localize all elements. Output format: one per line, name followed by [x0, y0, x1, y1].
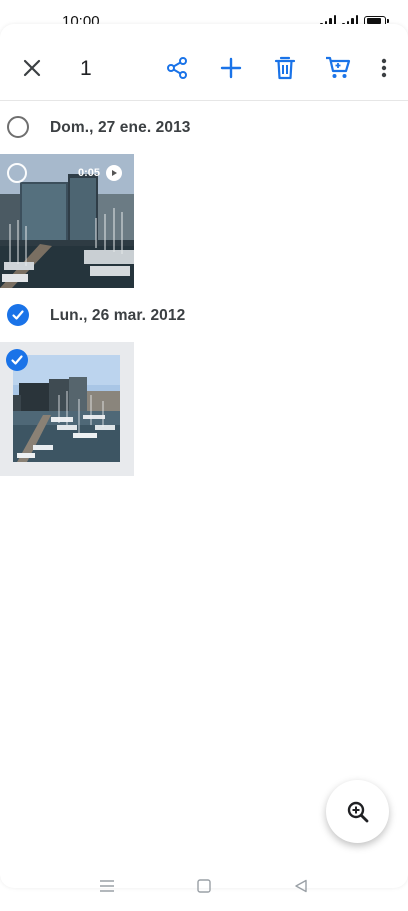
play-icon	[106, 165, 122, 181]
selected-count: 1	[80, 57, 92, 80]
back-nav-button[interactable]	[289, 876, 313, 896]
photo-thumbnail-selected[interactable]	[0, 342, 134, 476]
share-button[interactable]	[157, 48, 197, 88]
more-vert-icon	[381, 58, 387, 78]
cart-icon	[326, 56, 351, 78]
date-group-header[interactable]: Lun., 26 mar. 2012	[0, 300, 408, 330]
share-icon	[167, 57, 187, 79]
group-date-label: Dom., 27 ene. 2013	[50, 119, 191, 136]
zoom-button[interactable]	[326, 780, 389, 843]
video-duration: 0:05	[78, 167, 101, 179]
item-select-radio[interactable]	[7, 163, 27, 183]
cart-button[interactable]	[318, 48, 358, 88]
home-nav-button[interactable]	[192, 876, 216, 896]
close-icon	[23, 59, 41, 77]
back-icon	[295, 879, 307, 893]
add-icon	[220, 57, 242, 79]
close-button[interactable]	[12, 48, 52, 88]
home-icon	[197, 879, 211, 893]
delete-button[interactable]	[265, 48, 305, 88]
menu-icon	[100, 880, 114, 892]
delete-icon	[274, 56, 296, 80]
date-group-header[interactable]: Dom., 27 ene. 2013	[0, 112, 408, 142]
video-thumbnail[interactable]: 0:05	[0, 154, 134, 288]
group-date-label: Lun., 26 mar. 2012	[50, 307, 186, 324]
add-button[interactable]	[211, 48, 251, 88]
photo-image	[13, 355, 120, 462]
group-checked-icon[interactable]	[7, 304, 29, 326]
zoom-in-icon	[347, 801, 368, 822]
group-select-radio[interactable]	[7, 116, 29, 138]
menu-nav-button[interactable]	[95, 876, 119, 896]
toolbar-divider	[0, 100, 408, 101]
more-options-button[interactable]	[364, 48, 404, 88]
item-checked-icon[interactable]	[6, 349, 28, 371]
system-nav-bar	[0, 872, 408, 900]
